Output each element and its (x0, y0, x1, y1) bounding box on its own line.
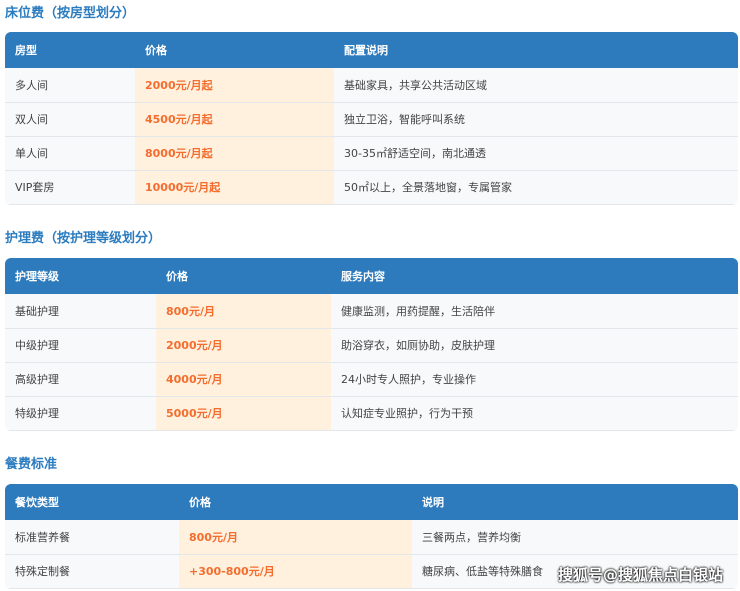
bed-fee-table: 房型 价格 配置说明 多人间 2000元/月起 基础家具，共享公共活动区域 双人间 4… (5, 32, 738, 205)
table-header-row: 餐饮类型 价格 说明 (5, 484, 738, 520)
meal-type: 特殊定制餐 (5, 554, 179, 589)
section-title-care-fee: 护理费（按护理等级划分） (5, 231, 162, 246)
description: 助浴穿衣，如厕协助，皮肤护理 (331, 328, 738, 363)
table-row: 多人间 2000元/月起 基础家具，共享公共活动区域 (5, 68, 738, 103)
description: 认知症专业照护，行为干预 (331, 396, 738, 431)
column-header: 价格 (156, 258, 331, 294)
description: 24小时专人照护，专业操作 (331, 362, 738, 397)
column-header: 价格 (135, 32, 334, 68)
column-header: 餐饮类型 (5, 484, 179, 520)
care-fee-table: 护理等级 价格 服务内容 基础护理 800元/月 健康监测，用药提醒，生活陪伴 中级… (5, 258, 738, 431)
table-row: 高级护理 4000元/月 24小时专人照护，专业操作 (5, 362, 738, 397)
meal-type: 标准营养餐 (5, 520, 179, 555)
room-type: VIP套房 (5, 170, 135, 205)
column-header: 配置说明 (334, 32, 738, 68)
description: 三餐两点，营养均衡 (412, 520, 738, 555)
price: 2000元/月起 (135, 68, 334, 103)
room-type: 多人间 (5, 68, 135, 103)
watermark: 搜狐号@搜狐焦点白银站 (558, 566, 724, 584)
care-level: 高级护理 (5, 362, 156, 397)
care-level: 特级护理 (5, 396, 156, 431)
table-row: 标准营养餐 800元/月 三餐两点，营养均衡 (5, 520, 738, 555)
price: 4000元/月 (156, 362, 331, 397)
section-title-meal-fee: 餐费标准 (5, 457, 58, 472)
description: 50㎡以上，全景落地窗，专属管家 (334, 170, 738, 205)
description: 健康监测，用药提醒，生活陪伴 (331, 294, 738, 329)
description: 30-35㎡舒适空间，南北通透 (334, 136, 738, 171)
price: 5000元/月 (156, 396, 331, 431)
table-row: 基础护理 800元/月 健康监测，用药提醒，生活陪伴 (5, 294, 738, 329)
price: 800元/月 (156, 294, 331, 329)
table-row: 特级护理 5000元/月 认知症专业照护，行为干预 (5, 396, 738, 431)
column-header: 说明 (412, 484, 738, 520)
price: 4500元/月起 (135, 102, 334, 137)
section-title-bed-fee: 床位费（按房型划分） (5, 6, 136, 21)
price: 8000元/月起 (135, 136, 334, 171)
column-header: 服务内容 (331, 258, 738, 294)
room-type: 双人间 (5, 102, 135, 137)
price: 10000元/月起 (135, 170, 334, 205)
column-header: 护理等级 (5, 258, 156, 294)
table-row: 单人间 8000元/月起 30-35㎡舒适空间，南北通透 (5, 136, 738, 171)
table-row: 中级护理 2000元/月 助浴穿衣，如厕协助，皮肤护理 (5, 328, 738, 363)
care-level: 中级护理 (5, 328, 156, 363)
table-header-row: 护理等级 价格 服务内容 (5, 258, 738, 294)
room-type: 单人间 (5, 136, 135, 171)
column-header: 房型 (5, 32, 135, 68)
description: 独立卫浴，智能呼叫系统 (334, 102, 738, 137)
price: 2000元/月 (156, 328, 331, 363)
table-row: 双人间 4500元/月起 独立卫浴，智能呼叫系统 (5, 102, 738, 137)
column-header: 价格 (179, 484, 412, 520)
description: 基础家具，共享公共活动区域 (334, 68, 738, 103)
care-level: 基础护理 (5, 294, 156, 329)
table-header-row: 房型 价格 配置说明 (5, 32, 738, 68)
table-row: VIP套房 10000元/月起 50㎡以上，全景落地窗，专属管家 (5, 170, 738, 205)
price: 800元/月 (179, 520, 412, 555)
price: +300-800元/月 (179, 554, 412, 589)
